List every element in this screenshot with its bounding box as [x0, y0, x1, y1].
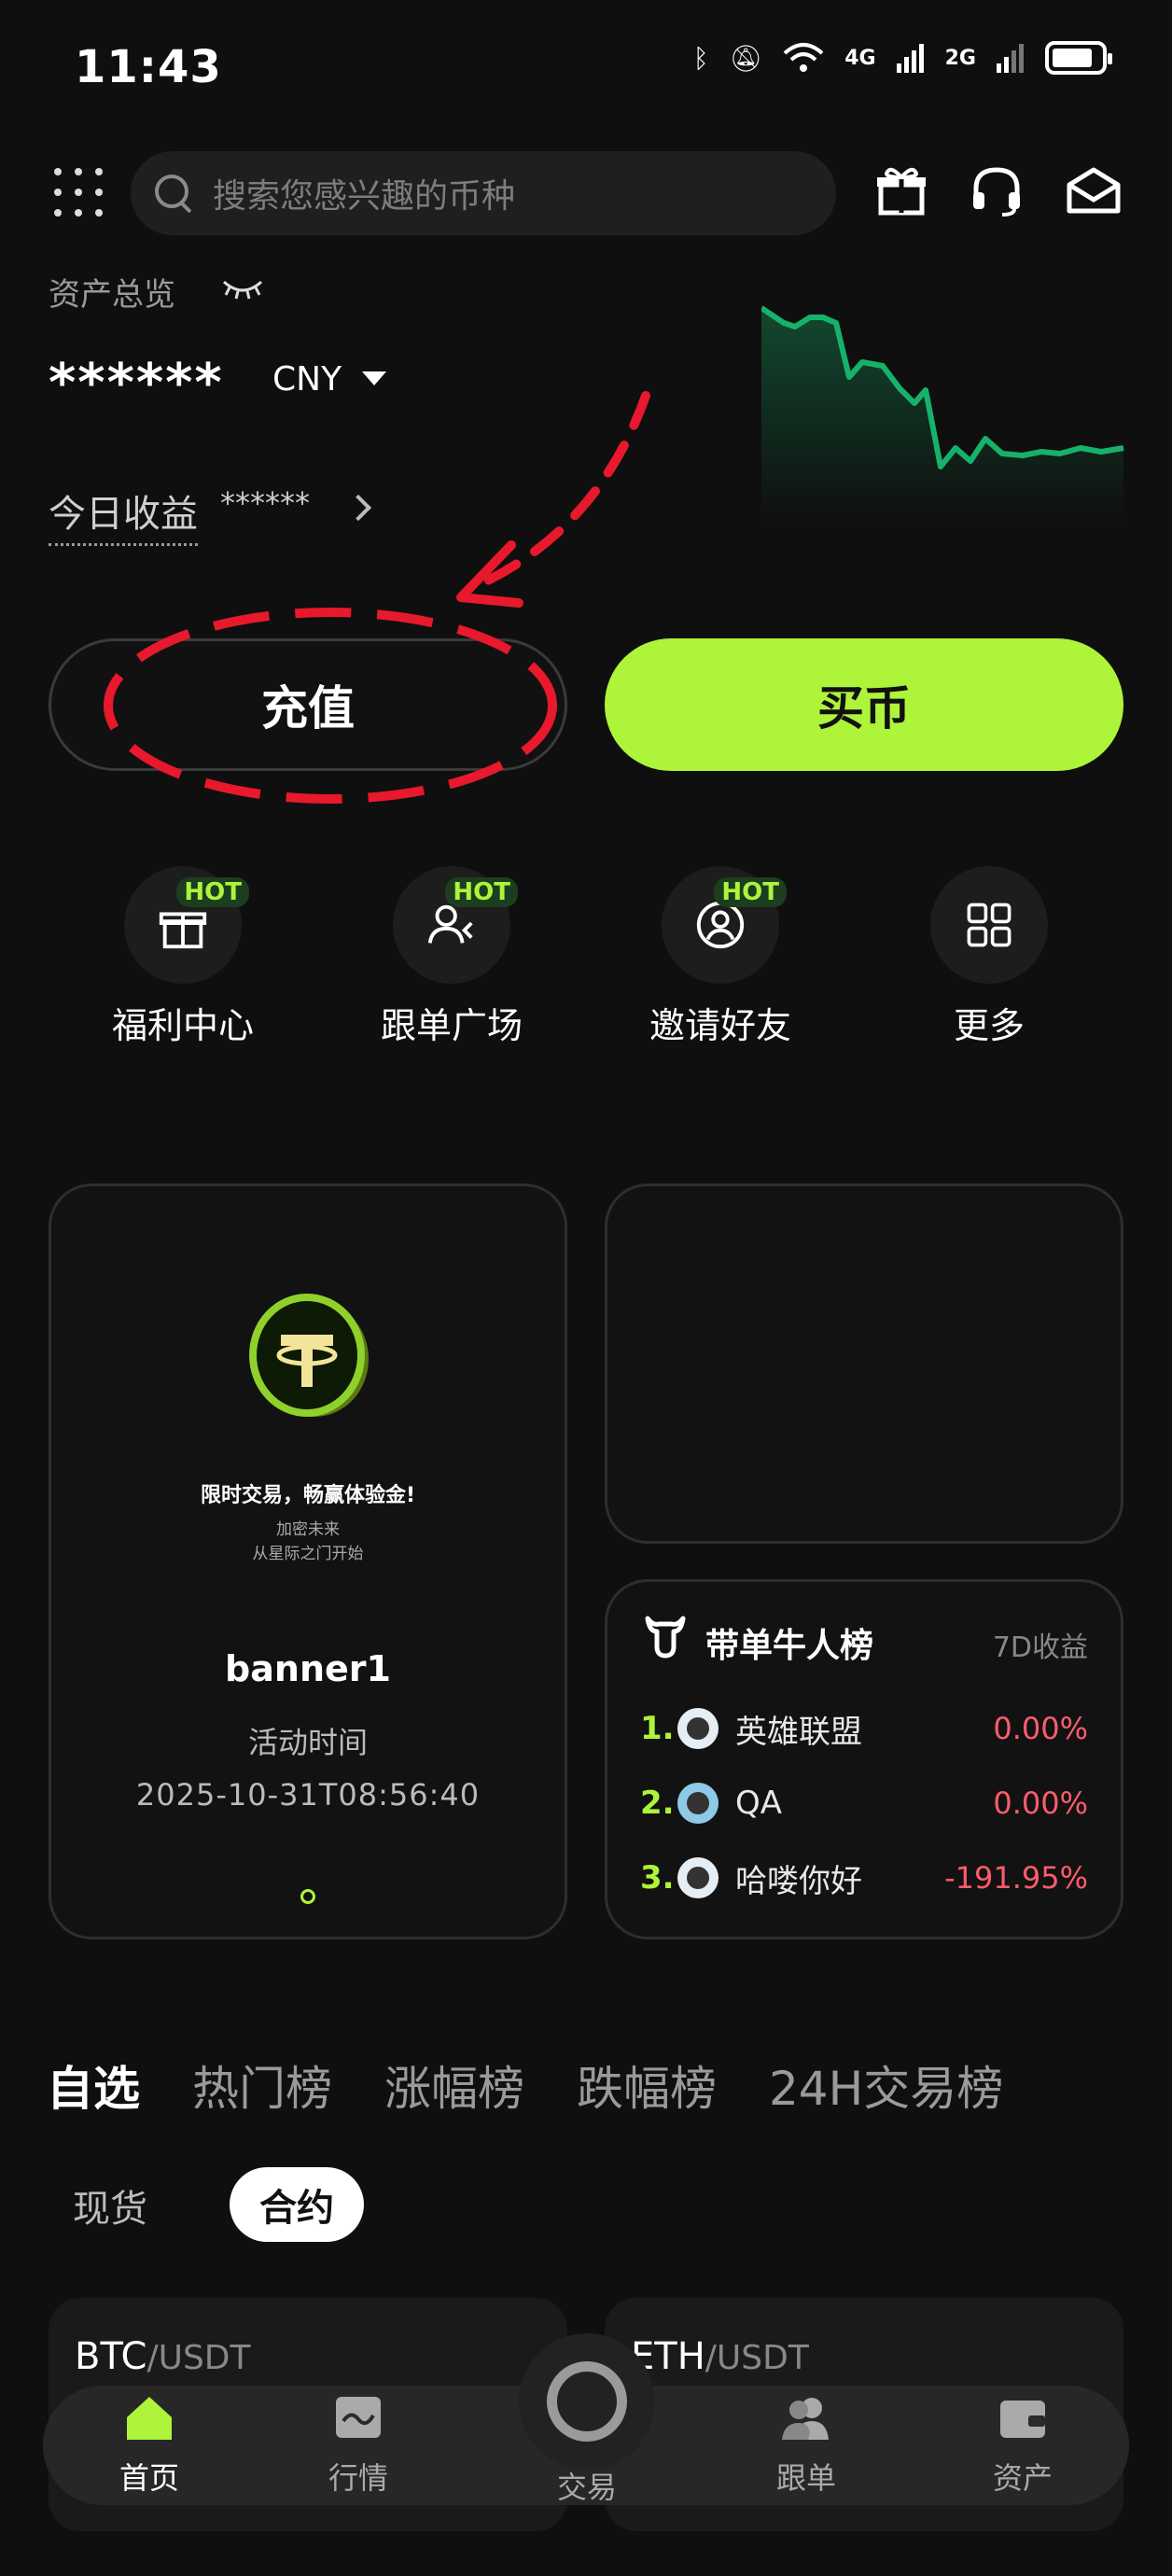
- subtab-futures[interactable]: 合约: [230, 2167, 364, 2242]
- signal-2g: 2G: [944, 46, 976, 70]
- avatar: [677, 1708, 719, 1749]
- promo-title: 限时交易，畅赢体验金!: [200, 1484, 416, 1507]
- quick-link-label: 跟单广场: [380, 1005, 523, 1046]
- avatar: [677, 1857, 719, 1898]
- currency-selector[interactable]: CNY: [272, 360, 342, 399]
- eye-closed-icon[interactable]: [222, 276, 263, 302]
- banner-name: banner1: [225, 1648, 391, 1689]
- empty-card[interactable]: [605, 1183, 1123, 1544]
- asset-sparkline: [761, 305, 1124, 523]
- grid-icon: [967, 903, 1012, 947]
- nav-home[interactable]: 首页: [75, 2391, 224, 2498]
- quick-link-welfare[interactable]: HOT 福利中心: [90, 866, 276, 1048]
- search-icon: [155, 175, 192, 212]
- today-pnl-label[interactable]: 今日收益: [49, 483, 198, 546]
- signal-bars-icon: [997, 44, 1024, 73]
- signal-4g: 4G: [844, 46, 876, 70]
- buy-crypto-button[interactable]: 买币: [605, 638, 1123, 771]
- battery-icon: [1045, 41, 1112, 75]
- quick-link-label: 福利中心: [111, 1005, 254, 1046]
- leaderboard-row[interactable]: 2. QA 0.00%: [640, 1775, 1088, 1831]
- nav-trade-label[interactable]: 交易: [519, 2464, 655, 2507]
- signal-bars-icon: [896, 44, 924, 73]
- wifi-icon: [783, 43, 824, 72]
- bull-icon: [645, 1616, 686, 1659]
- mail-icon[interactable]: [1066, 162, 1122, 218]
- tab-losers[interactable]: 跌幅榜: [577, 2051, 717, 2119]
- leaderboard-row[interactable]: 1. 英雄联盟 0.00%: [640, 1701, 1088, 1757]
- subtab-spot[interactable]: 现货: [73, 2178, 147, 2233]
- gift-icon[interactable]: [873, 162, 929, 218]
- leaderboard-row[interactable]: 3. 哈喽你好 -191.95%: [640, 1850, 1088, 1906]
- caret-down-icon[interactable]: [362, 371, 386, 385]
- nav-market[interactable]: 行情: [284, 2391, 433, 2498]
- chevron-right-icon[interactable]: [344, 494, 372, 522]
- tab-gainers[interactable]: 涨幅榜: [384, 2051, 524, 2119]
- trade-ring-icon: [547, 2361, 627, 2442]
- tab-24h-volume[interactable]: 24H交易榜: [769, 2051, 1003, 2119]
- search-bar[interactable]: 搜索您感兴趣的币种: [131, 151, 836, 235]
- quick-link-label: 更多: [953, 1005, 1025, 1046]
- users-icon: [782, 2398, 829, 2440]
- quick-link-label: 邀请好友: [649, 1005, 791, 1046]
- quick-link-copy-square[interactable]: HOT 跟单广场: [358, 866, 545, 1048]
- hot-badge: HOT: [714, 877, 787, 907]
- hot-badge: HOT: [176, 877, 249, 907]
- nav-copy-trade[interactable]: 跟单: [732, 2391, 881, 2498]
- pair-label: BTC/USDT: [75, 2335, 251, 2378]
- asset-value-masked: ******: [49, 353, 224, 413]
- deposit-button[interactable]: 充值: [49, 638, 567, 771]
- headset-icon[interactable]: [969, 162, 1025, 218]
- carousel-indicator[interactable]: [300, 1889, 315, 1904]
- status-time: 11:43: [75, 41, 222, 93]
- today-pnl-masked: ******: [220, 485, 310, 521]
- home-icon: [127, 2397, 172, 2440]
- promo-subtitle: 加密未来 从星际之门开始: [252, 1520, 364, 1563]
- tab-watchlist[interactable]: 自选: [47, 2051, 140, 2119]
- avatar: [677, 1783, 719, 1824]
- leaderboard-period: 7D收益: [992, 1631, 1088, 1664]
- leaderboard-title: 带单牛人榜: [705, 1627, 874, 1665]
- quick-link-invite[interactable]: HOT 邀请好友: [627, 866, 814, 1048]
- market-chart-icon: [336, 2397, 381, 2438]
- market-tabs: 自选 热门榜 涨幅榜 跌幅榜 24H交易榜: [47, 2051, 1003, 2119]
- mute-bell-icon: 🔕︎: [729, 42, 763, 74]
- asset-overview-label: 资产总览: [49, 276, 175, 314]
- usdt-coin-icon: [249, 1294, 369, 1417]
- status-icons: ᛒ 🔕︎ 4G 2G: [692, 41, 1112, 75]
- banner-time-label: 活动时间: [247, 1725, 368, 1760]
- quick-link-more[interactable]: 更多: [896, 866, 1082, 1048]
- hot-badge: HOT: [445, 877, 518, 907]
- nav-assets[interactable]: 资产: [948, 2391, 1097, 2498]
- wallet-icon: [1000, 2401, 1045, 2438]
- search-placeholder: 搜索您感兴趣的币种: [213, 177, 516, 216]
- bluetooth-icon: ᛒ: [692, 42, 709, 74]
- menu-grid-icon[interactable]: [54, 168, 106, 220]
- pair-label: ETH/USDT: [631, 2335, 809, 2378]
- banner-time: 2025-10-31T08:56:40: [135, 1777, 481, 1813]
- tab-hot[interactable]: 热门榜: [192, 2051, 332, 2119]
